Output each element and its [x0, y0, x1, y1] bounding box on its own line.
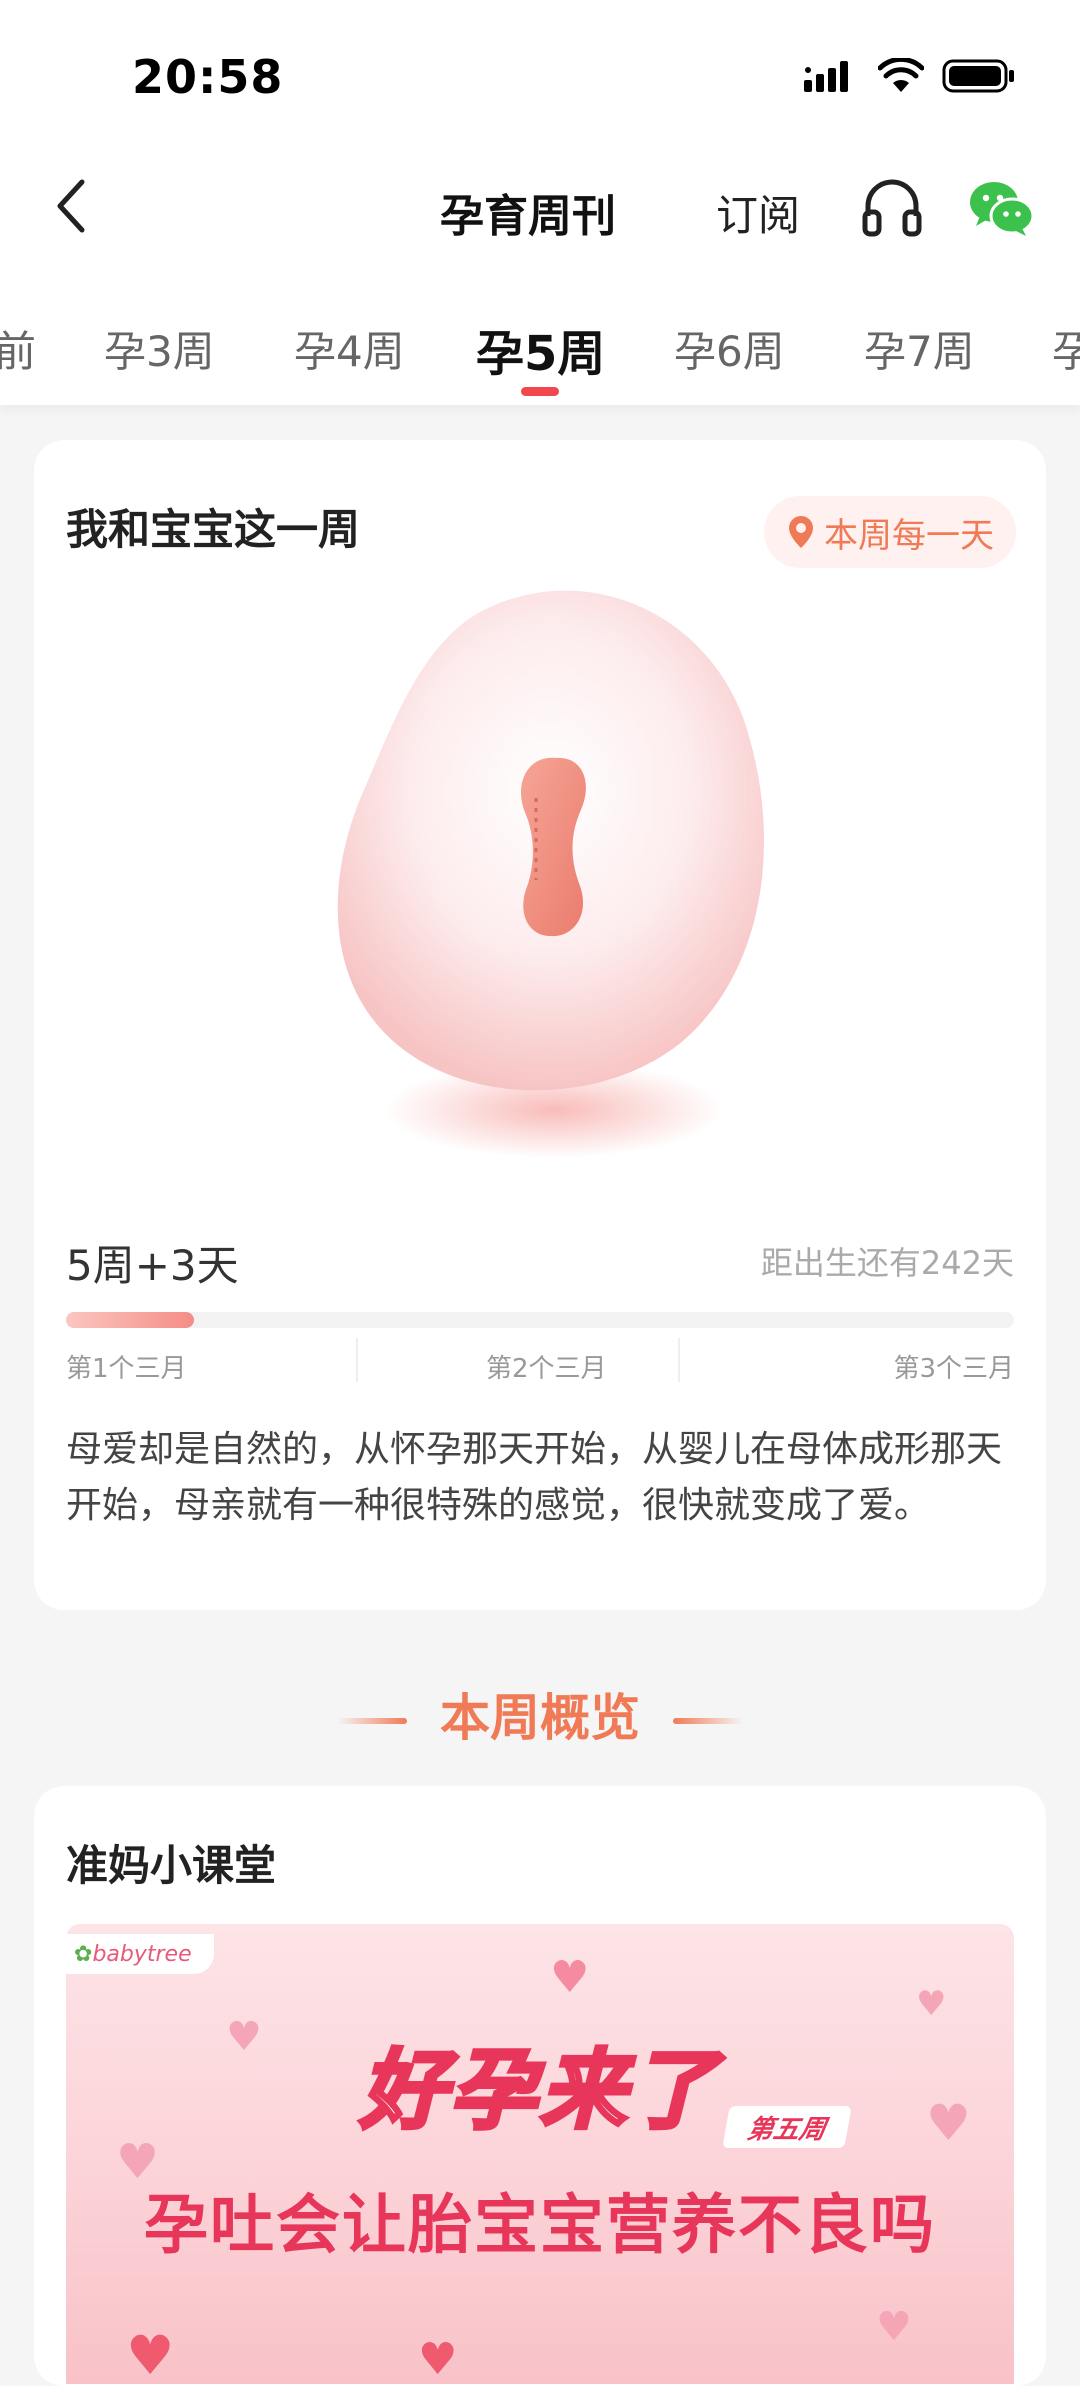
signal-icon [804, 61, 848, 92]
location-pin-icon [789, 516, 813, 548]
pregnancy-progress-fill [66, 1312, 194, 1328]
tab-week-7[interactable]: 孕7周 [864, 318, 975, 379]
trimester-1-label: 第1个三月 [66, 1354, 187, 1384]
status-time: 20:58 [132, 50, 284, 104]
back-arrow-icon[interactable] [46, 176, 106, 236]
overview-heading-text: 本周概览 [440, 1689, 640, 1747]
heart-icon: ♥ [418, 2334, 458, 2384]
heart-icon: ♥ [916, 1984, 947, 2024]
heart-icon: ♥ [126, 2324, 175, 2384]
subscribe-button[interactable]: 订阅 [716, 182, 800, 243]
banner-title: 好孕来了 [358, 2039, 720, 2143]
banner-week-badge: 第五周 [722, 2106, 852, 2148]
headphones-icon[interactable] [860, 174, 924, 238]
status-icons [804, 58, 1016, 94]
tab-week-5[interactable]: 孕5周 [476, 314, 605, 384]
trimester-3-label: 第3个三月 [893, 1354, 1014, 1384]
embryo-illustration [337, 590, 764, 1158]
heart-icon: ♥ [550, 1952, 590, 2003]
classroom-card: 准妈小课堂 ♥ ♥ ♥ ♥ ♥ ♥ ♥ ♥ ✿ babytree 好孕来了 第五周… [34, 1786, 1046, 2386]
wifi-icon [878, 58, 924, 92]
trimester-divider [356, 1338, 358, 1382]
tab-week-6[interactable]: 孕6周 [674, 318, 785, 379]
pregnancy-progress-bar [66, 1312, 1014, 1328]
tab-prev[interactable]: 前 [0, 318, 36, 379]
nav-bar: 孕育周刊 订阅 [0, 150, 1080, 270]
heading-decor-left [336, 1717, 407, 1724]
tab-indicator [521, 387, 559, 396]
heart-icon: ♥ [876, 2304, 912, 2350]
days-until-birth: 距出生还有242天 [760, 1244, 1014, 1282]
banner-subtitle: 孕吐会让胎宝宝营养不良吗 [144, 2189, 936, 2263]
trimester-2-label: 第2个三月 [486, 1354, 607, 1384]
daily-button-label: 本周每一天 [824, 515, 994, 556]
week-description: 母爱却是自然的，从怀孕那天开始，从婴儿在母体成形那天开始，母亲就有一种很特殊的感… [66, 1429, 1003, 1526]
classroom-banner[interactable]: ♥ ♥ ♥ ♥ ♥ ♥ ♥ ♥ ✿ babytree 好孕来了 第五周 孕吐会让胎… [66, 1924, 1014, 2384]
page-title: 孕育周刊 [440, 191, 616, 242]
babytree-logo: ✿ babytree [66, 1934, 214, 1974]
status-bar: 20:58 [0, 0, 1080, 150]
tab-week-3[interactable]: 孕3周 [104, 318, 215, 379]
babytree-logo-text: babytree [92, 1941, 192, 1967]
week-card: 我和宝宝这一周 本周每一天 5周+3天 距出生还有242天 第1个三月 第2个三… [34, 440, 1046, 1610]
current-week: 5周+3天 [66, 1241, 239, 1290]
week-tabs: 前 孕3周 孕4周 孕5周 孕6周 孕7周 孕 [0, 270, 1080, 405]
tab-week-8[interactable]: 孕 [1052, 318, 1080, 379]
battery-icon [942, 59, 1014, 93]
week-card-title: 我和宝宝这一周 [66, 505, 361, 554]
trimester-divider [678, 1338, 680, 1382]
wechat-icon[interactable] [968, 178, 1034, 238]
heading-decor-right [673, 1717, 744, 1724]
tab-week-4[interactable]: 孕4周 [294, 318, 405, 379]
classroom-title: 准妈小课堂 [66, 1841, 277, 1890]
overview-heading: 本周概览 [0, 1678, 1080, 1750]
